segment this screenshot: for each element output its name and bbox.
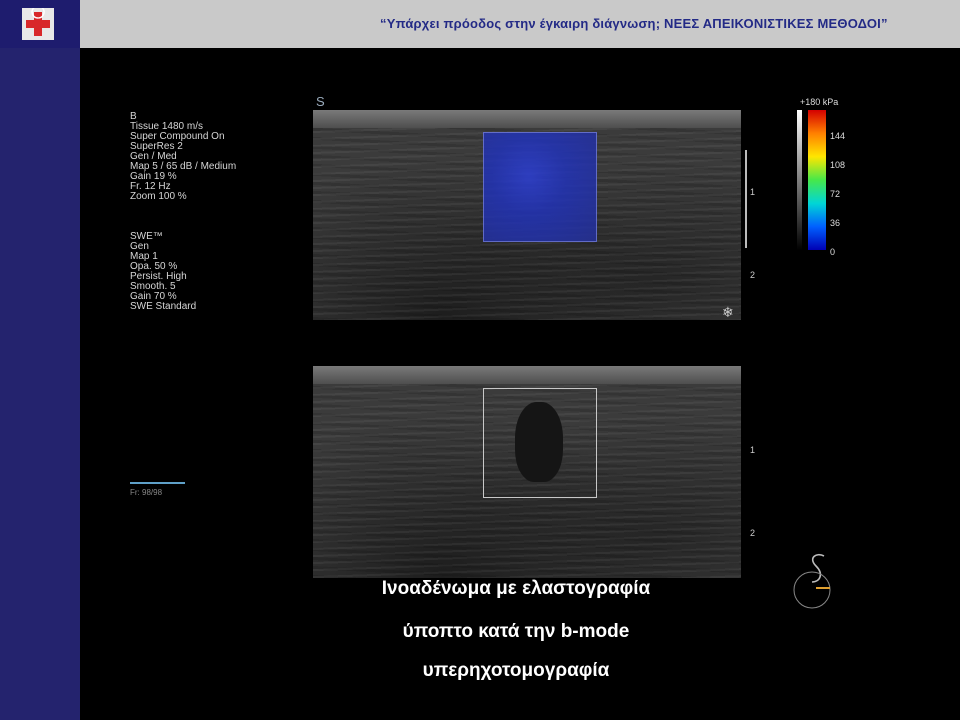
colorbar-label: 144 [830, 131, 846, 141]
depth-scale [745, 150, 747, 248]
colorbar-label: 0 [830, 247, 836, 257]
colorbar-label: +180 kPa [800, 97, 839, 107]
depth-marker: 1 [750, 445, 756, 455]
depth-marker: 2 [750, 528, 756, 538]
colorbar-label: 108 [830, 160, 846, 170]
param-line: Zoom 100 % [130, 191, 187, 202]
depth-marker: 1 [750, 187, 756, 197]
sidebar [0, 48, 80, 720]
header-bar: “Υπάρχει πρόοδος στην έγκαιρη διάγνωση; … [0, 0, 960, 48]
depth-marker: 2 [750, 270, 756, 280]
frame-counter: Fr: 98/98 [130, 488, 163, 497]
stiffness-colorbar [808, 110, 826, 250]
caption-line: Ινοαδένωμα με ελαστογραφία [381, 578, 651, 599]
medical-cross-icon [22, 5, 54, 40]
probe-s-icon: S [316, 94, 325, 109]
swe-roi-box [483, 132, 597, 242]
probe-orientation-icon [793, 553, 831, 609]
param-line: SWE Standard [130, 301, 197, 312]
grayscale-bar [797, 110, 802, 250]
imaging-parameters: B Tissue 1480 m/s Super Compound On Supe… [130, 112, 236, 312]
bmode-scan [313, 366, 741, 578]
slide-title: “Υπάρχει πρόοδος στην έγκαιρη διάγνωση; … [380, 16, 888, 31]
caption-line: ύποπτο κατά την b-mode [402, 621, 630, 642]
frame-slider [130, 482, 185, 484]
roi-outline [483, 388, 597, 498]
caption-line: υπερηχοτομογραφία [422, 660, 610, 681]
logo [0, 0, 80, 48]
colorbar-label: 36 [830, 218, 841, 228]
freeze-icon: ❄ [722, 304, 734, 320]
elastography-scan [313, 110, 741, 320]
colorbar-label: 72 [830, 189, 841, 199]
